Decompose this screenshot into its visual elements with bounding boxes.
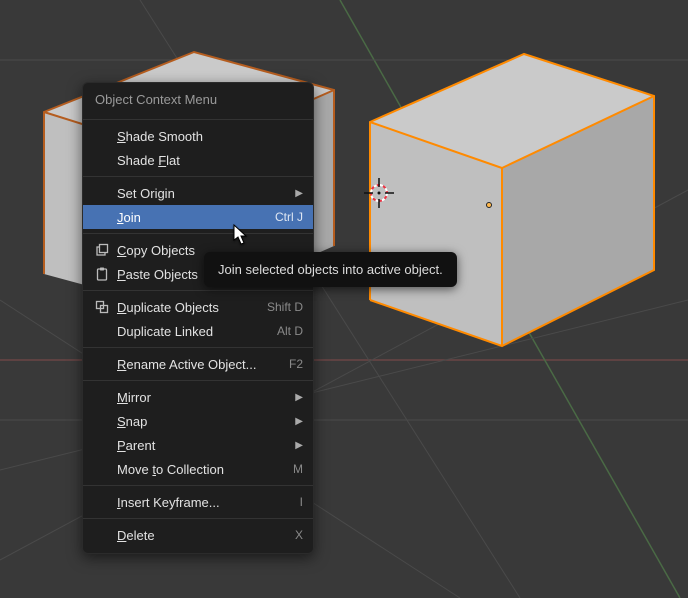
menu-item-label: Shade Flat [117, 153, 303, 168]
menu-item-snap[interactable]: Snap ▶ [83, 409, 313, 433]
spacer-icon [93, 461, 111, 477]
menu-item-shortcut: X [295, 528, 303, 542]
cube-object-right[interactable] [334, 34, 674, 377]
menu-item-label: Snap [117, 414, 289, 429]
menu-item-shade-smooth[interactable]: Shade Smooth [83, 124, 313, 148]
spacer-icon [93, 128, 111, 144]
spacer-icon [93, 527, 111, 543]
viewport-3d[interactable]: Object Context Menu Shade Smooth Shade F… [0, 0, 688, 598]
paste-icon [93, 266, 111, 282]
menu-item-label: Parent [117, 438, 289, 453]
tooltip: Join selected objects into active object… [204, 252, 457, 287]
object-context-menu: Object Context Menu Shade Smooth Shade F… [82, 82, 314, 554]
menu-item-label: Duplicate Linked [117, 324, 271, 339]
menu-item-label: Move to Collection [117, 462, 287, 477]
spacer-icon [93, 356, 111, 372]
spacer-icon [93, 494, 111, 510]
menu-item-label: Duplicate Objects [117, 300, 261, 315]
menu-item-join[interactable]: Join Ctrl J [83, 205, 313, 229]
copy-icon [93, 242, 111, 258]
menu-item-label: Set Origin [117, 186, 289, 201]
menu-item-rename[interactable]: Rename Active Object... F2 [83, 352, 313, 376]
spacer-icon [93, 209, 111, 225]
menu-item-shortcut: I [300, 495, 303, 509]
menu-item-label: Insert Keyframe... [117, 495, 294, 510]
menu-item-label: Rename Active Object... [117, 357, 283, 372]
menu-item-set-origin[interactable]: Set Origin ▶ [83, 181, 313, 205]
submenu-arrow-icon: ▶ [295, 392, 303, 403]
menu-item-move-to-collection[interactable]: Move to Collection M [83, 457, 313, 481]
spacer-icon [93, 323, 111, 339]
menu-item-shortcut: M [293, 462, 303, 476]
menu-item-insert-keyframe[interactable]: Insert Keyframe... I [83, 490, 313, 514]
duplicate-icon [93, 299, 111, 315]
spacer-icon [93, 413, 111, 429]
submenu-arrow-icon: ▶ [295, 188, 303, 199]
menu-item-label: Shade Smooth [117, 129, 303, 144]
spacer-icon [93, 185, 111, 201]
spacer-icon [93, 152, 111, 168]
menu-item-parent[interactable]: Parent ▶ [83, 433, 313, 457]
menu-item-shortcut: Shift D [267, 300, 303, 314]
spacer-icon [93, 389, 111, 405]
submenu-arrow-icon: ▶ [295, 416, 303, 427]
menu-item-label: Mirror [117, 390, 289, 405]
menu-item-shortcut: F2 [289, 357, 303, 371]
menu-item-label: Delete [117, 528, 289, 543]
menu-item-mirror[interactable]: Mirror ▶ [83, 385, 313, 409]
menu-item-duplicate-objects[interactable]: Duplicate Objects Shift D [83, 295, 313, 319]
submenu-arrow-icon: ▶ [295, 440, 303, 451]
object-origin-dot [486, 202, 492, 208]
menu-title: Object Context Menu [83, 83, 313, 115]
menu-item-shortcut: Alt D [277, 324, 303, 338]
menu-item-shade-flat[interactable]: Shade Flat [83, 148, 313, 172]
menu-item-duplicate-linked[interactable]: Duplicate Linked Alt D [83, 319, 313, 343]
menu-item-shortcut: Ctrl J [275, 210, 303, 224]
spacer-icon [93, 437, 111, 453]
menu-item-delete[interactable]: Delete X [83, 523, 313, 547]
menu-item-label: Join [117, 210, 269, 225]
